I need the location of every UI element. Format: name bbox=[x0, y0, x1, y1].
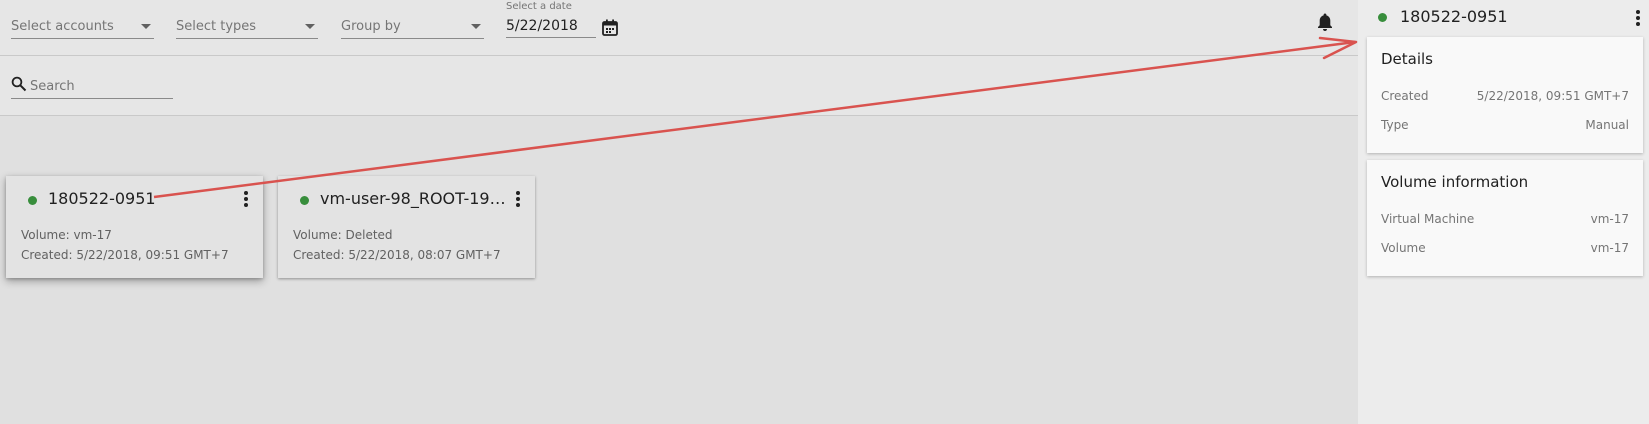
date-input[interactable]: 5/22/2018 bbox=[506, 16, 596, 38]
search-input[interactable]: Search bbox=[11, 74, 173, 99]
details-card: Details Created 5/22/2018, 09:51 GMT+7 T… bbox=[1367, 37, 1643, 153]
sidebar-header: 180522-0951 bbox=[1358, 0, 1649, 36]
snapshot-card[interactable]: vm-user-98_ROOT-1992… Volume: Deleted Cr… bbox=[278, 176, 535, 278]
search-bar: Search bbox=[0, 56, 1358, 116]
snapshot-card[interactable]: 180522-0951 Volume: vm-17 Created: 5/22/… bbox=[6, 176, 263, 278]
type-value: Manual bbox=[1585, 118, 1629, 132]
main-area: Select accounts Select types Group by Se… bbox=[0, 0, 1358, 424]
select-accounts-label: Select accounts bbox=[11, 19, 114, 34]
snapshot-card-volume: Volume: Deleted bbox=[293, 228, 393, 242]
select-types[interactable]: Select types bbox=[176, 16, 318, 39]
select-group-by-label: Group by bbox=[341, 19, 401, 34]
volume-value: vm-17 bbox=[1590, 241, 1629, 255]
more-vert-icon[interactable] bbox=[515, 190, 521, 208]
select-group-by[interactable]: Group by bbox=[341, 16, 484, 39]
more-vert-icon[interactable] bbox=[243, 190, 249, 208]
type-label: Type bbox=[1381, 118, 1409, 132]
status-dot-icon bbox=[28, 196, 37, 205]
volume-label: Volume bbox=[1381, 241, 1426, 255]
search-placeholder: Search bbox=[30, 79, 75, 94]
caret-down-icon bbox=[471, 24, 481, 29]
snapshot-card-created: Created: 5/22/2018, 09:51 GMT+7 bbox=[21, 248, 229, 262]
created-label: Created bbox=[1381, 89, 1429, 103]
select-types-label: Select types bbox=[176, 19, 257, 34]
volume-info-heading: Volume information bbox=[1381, 173, 1529, 191]
bell-icon[interactable] bbox=[1316, 12, 1334, 32]
volume-info-card: Volume information Virtual Machine vm-17… bbox=[1367, 160, 1643, 276]
calendar-icon[interactable] bbox=[602, 19, 618, 36]
sidebar-title: 180522-0951 bbox=[1400, 7, 1508, 26]
select-accounts[interactable]: Select accounts bbox=[11, 16, 154, 39]
date-caption: Select a date bbox=[506, 1, 572, 12]
created-value: 5/22/2018, 09:51 GMT+7 bbox=[1476, 89, 1629, 103]
status-dot-icon bbox=[1378, 13, 1387, 22]
details-heading: Details bbox=[1381, 50, 1434, 68]
details-sidebar: 180522-0951 Details Created 5/22/2018, 0… bbox=[1358, 0, 1649, 424]
search-icon bbox=[11, 76, 27, 92]
snapshot-card-title: vm-user-98_ROOT-1992… bbox=[320, 189, 510, 208]
caret-down-icon bbox=[305, 24, 315, 29]
date-value: 5/22/2018 bbox=[506, 18, 578, 34]
virtual-machine-label: Virtual Machine bbox=[1381, 212, 1475, 226]
snapshot-card-title: 180522-0951 bbox=[48, 189, 156, 208]
caret-down-icon bbox=[141, 24, 151, 29]
status-dot-icon bbox=[300, 196, 309, 205]
filter-toolbar: Select accounts Select types Group by Se… bbox=[0, 0, 1358, 56]
virtual-machine-value: vm-17 bbox=[1590, 212, 1629, 226]
snapshot-card-volume: Volume: vm-17 bbox=[21, 228, 112, 242]
snapshot-card-created: Created: 5/22/2018, 08:07 GMT+7 bbox=[293, 248, 501, 262]
more-vert-icon[interactable] bbox=[1635, 9, 1641, 27]
